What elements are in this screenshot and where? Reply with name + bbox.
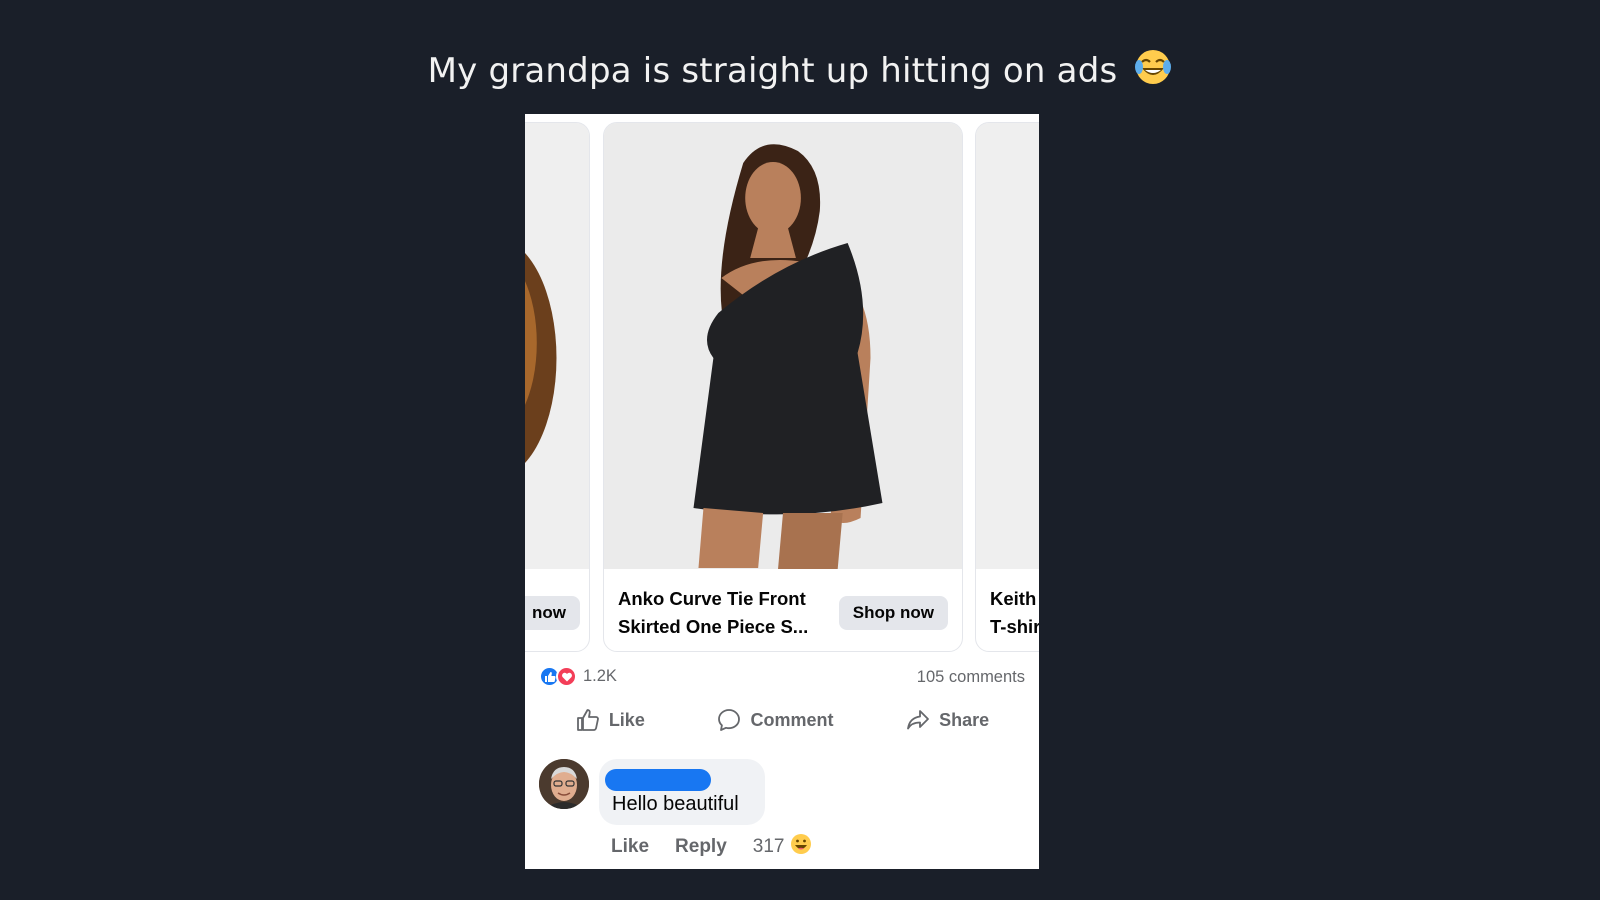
reaction-summary[interactable]: 1.2K: [539, 666, 617, 687]
product-title-line1: Keith: [990, 588, 1037, 609]
product-title-line2: T-shir: [990, 616, 1039, 637]
like-label: Like: [608, 709, 645, 730]
carousel-card-main[interactable]: Anko Curve Tie Front Skirted One Piece S…: [603, 122, 963, 652]
post-caption: My grandpa is straight up hitting on ads: [0, 48, 1600, 95]
product-title-line2: Skirted One Piece S...: [618, 616, 809, 637]
comment-reply-button[interactable]: Reply: [675, 836, 727, 858]
product-image-bowl[interactable]: [525, 123, 589, 569]
facebook-post-screenshot: now Anko Curve Tie Front Skirted One Pie…: [525, 114, 1039, 869]
carousel-card-right[interactable]: Keith T-shir: [975, 122, 1039, 652]
laughing-tears-emoji-icon: [1134, 48, 1172, 95]
comment-button[interactable]: Comment: [716, 707, 834, 733]
card-footer: Anko Curve Tie Front Skirted One Piece S…: [604, 569, 962, 651]
shop-now-button[interactable]: Shop now: [838, 596, 948, 630]
product-image-swim-dress[interactable]: [604, 123, 962, 569]
caption-text: My grandpa is straight up hitting on ads: [427, 51, 1118, 91]
comment-label: Comment: [750, 709, 834, 730]
share-button[interactable]: Share: [905, 707, 989, 733]
product-title[interactable]: Anko Curve Tie Front Skirted One Piece S…: [618, 585, 828, 641]
love-reaction-icon: [556, 666, 577, 687]
avatar[interactable]: [539, 759, 589, 809]
carousel-card-left[interactable]: now: [525, 122, 590, 652]
product-title-partial[interactable]: Keith T-shir: [990, 585, 1039, 641]
share-arrow-icon: [907, 710, 930, 730]
post-action-bar: Like Comment Share: [539, 698, 1025, 742]
share-label: Share: [939, 709, 990, 730]
reaction-count: 1.2K: [583, 667, 617, 685]
like-button[interactable]: Like: [575, 707, 645, 733]
card-footer: Keith T-shir: [976, 569, 1039, 651]
grinning-emoji-icon: [790, 833, 812, 861]
redacted-username: [605, 769, 711, 791]
card-footer: now: [525, 569, 589, 651]
comment-bubble-icon: [718, 709, 741, 731]
comment-bubble: Hello beautiful: [599, 759, 765, 825]
product-image-tshirt[interactable]: [976, 123, 1039, 569]
comment-actions: Like Reply 317: [611, 833, 812, 861]
comment: Hello beautiful Like Reply 317: [539, 759, 1025, 869]
post-stats: 1.2K 105 comments: [539, 662, 1025, 692]
comment-like-button[interactable]: Like: [611, 836, 649, 858]
thumbs-up-icon: [576, 709, 599, 731]
comments-count[interactable]: 105 comments: [917, 668, 1025, 687]
product-title-line1: Anko Curve Tie Front: [618, 588, 806, 609]
shop-now-button-partial[interactable]: now: [525, 596, 580, 630]
comment-reaction-count[interactable]: 317: [753, 836, 785, 858]
comment-text: Hello beautiful: [612, 793, 739, 815]
